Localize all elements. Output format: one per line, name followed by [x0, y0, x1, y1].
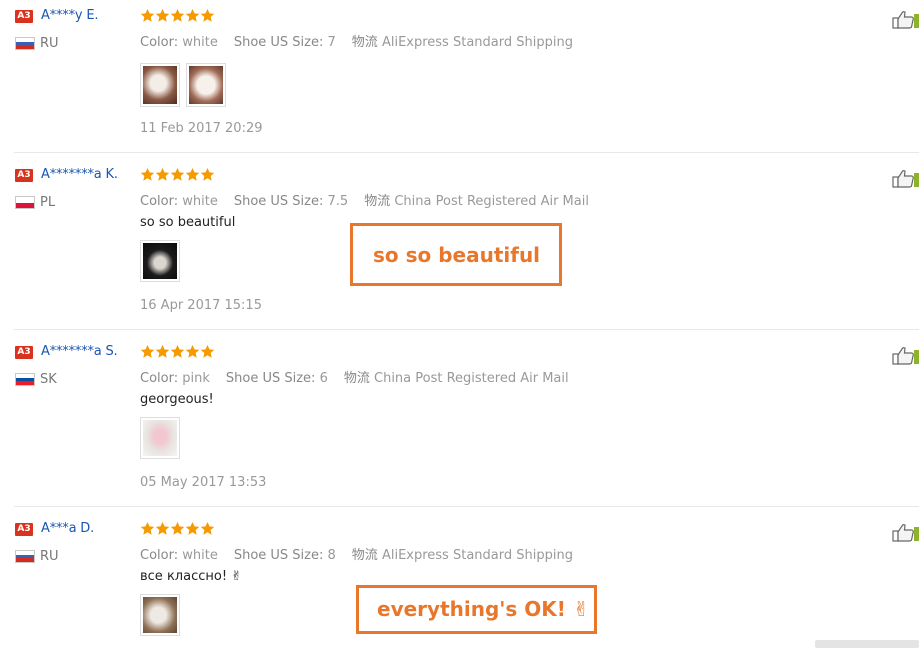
star-icon — [155, 521, 170, 536]
star-icon — [140, 167, 155, 182]
star-icon — [170, 344, 185, 359]
review-photo-thumbnail[interactable] — [140, 417, 180, 459]
star-icon — [185, 167, 200, 182]
shoe-size-label: Shoe US Size: — [233, 548, 324, 563]
shoe-size-value: 6 — [319, 371, 328, 386]
flag-slovakia-icon — [15, 373, 35, 386]
star-icon — [170, 521, 185, 536]
thumbs-up-icon[interactable] — [892, 10, 919, 30]
logistics-label: 物流 — [351, 35, 378, 50]
review-date: 16 Apr 2017 15:15 — [140, 298, 262, 313]
thumbs-up-icon[interactable] — [892, 346, 919, 366]
buyer-level-badge: A3 — [15, 169, 33, 182]
star-icon — [200, 8, 215, 23]
color-label: Color: — [140, 548, 179, 563]
shoe-size-value: 8 — [327, 548, 336, 563]
star-icon — [185, 521, 200, 536]
review-divider — [14, 152, 919, 153]
star-rating — [140, 8, 215, 24]
flag-russia-icon — [15, 37, 35, 50]
shipping-method: China Post Registered Air Mail — [374, 371, 569, 386]
color-value: pink — [182, 371, 210, 386]
review-photo-thumbnail[interactable] — [140, 240, 180, 282]
order-info: Color: pink Shoe US Size: 6 物流 China Post … — [140, 367, 569, 386]
review-text: georgeous! — [140, 392, 214, 407]
star-rating — [140, 167, 215, 183]
review-divider — [14, 329, 919, 330]
color-label: Color: — [140, 371, 179, 386]
reviewer-country: RU — [40, 549, 59, 564]
logistics-label: 物流 — [364, 194, 391, 209]
reviewer-name[interactable]: A***a D. — [41, 521, 94, 536]
shoe-size-value: 7 — [327, 35, 336, 50]
logistics-label: 物流 — [351, 548, 378, 563]
color-label: Color: — [140, 35, 179, 50]
horizontal-scrollbar[interactable] — [815, 640, 919, 648]
shipping-method: AliExpress Standard Shipping — [381, 548, 573, 563]
reviewer-country: RU — [40, 36, 59, 51]
review-date: 11 Feb 2017 20:29 — [140, 121, 263, 136]
star-rating — [140, 521, 215, 537]
shoe-size-label: Shoe US Size: — [233, 194, 324, 209]
star-rating — [140, 344, 215, 360]
shipping-method: China Post Registered Air Mail — [394, 194, 589, 209]
reviewer-name[interactable]: A*******a S. — [41, 344, 118, 359]
review-photo-thumbnail[interactable] — [140, 63, 180, 107]
star-icon — [140, 8, 155, 23]
star-icon — [185, 8, 200, 23]
review-date: 05 May 2017 13:53 — [140, 475, 267, 490]
reviewer-name[interactable]: A****y E. — [41, 8, 98, 23]
star-icon — [200, 167, 215, 182]
shipping-method: AliExpress Standard Shipping — [381, 35, 573, 50]
review-photo-thumbnail[interactable] — [186, 63, 226, 107]
flag-russia-icon — [15, 550, 35, 563]
star-icon — [155, 8, 170, 23]
reviewer-country: SK — [40, 372, 57, 387]
order-info: Color: white Shoe US Size: 7 物流 AliExpress… — [140, 31, 573, 50]
review-text: so so beautiful — [140, 215, 236, 230]
review-text: все классно! ✌ — [140, 569, 243, 584]
review-divider — [14, 506, 919, 507]
star-icon — [200, 344, 215, 359]
color-value: white — [182, 194, 218, 209]
order-info: Color: white Shoe US Size: 8 物流 AliExpress… — [140, 544, 573, 563]
star-icon — [140, 344, 155, 359]
reviewer-country: PL — [40, 195, 56, 210]
thumbs-up-icon[interactable] — [892, 169, 919, 189]
star-icon — [170, 8, 185, 23]
star-icon — [155, 167, 170, 182]
buyer-level-badge: A3 — [15, 346, 33, 359]
buyer-level-badge: A3 — [15, 523, 33, 536]
star-icon — [200, 521, 215, 536]
star-icon — [170, 167, 185, 182]
order-info: Color: white Shoe US Size: 7.5 物流 China Po… — [140, 190, 589, 209]
star-icon — [140, 521, 155, 536]
annotation-callout: everything's OK! ✌ — [356, 585, 597, 634]
star-icon — [185, 344, 200, 359]
star-icon — [155, 344, 170, 359]
annotation-callout: so so beautiful — [350, 223, 562, 286]
review-photo-thumbnail[interactable] — [140, 594, 180, 636]
shoe-size-label: Shoe US Size: — [225, 371, 316, 386]
color-value: white — [182, 548, 218, 563]
color-label: Color: — [140, 194, 179, 209]
reviewer-name[interactable]: A*******a K. — [41, 167, 118, 182]
thumbs-up-icon[interactable] — [892, 523, 919, 543]
color-value: white — [182, 35, 218, 50]
shoe-size-label: Shoe US Size: — [233, 35, 324, 50]
buyer-level-badge: A3 — [15, 10, 33, 23]
shoe-size-value: 7.5 — [327, 194, 349, 209]
flag-poland-icon — [15, 196, 35, 209]
logistics-label: 物流 — [343, 371, 370, 386]
